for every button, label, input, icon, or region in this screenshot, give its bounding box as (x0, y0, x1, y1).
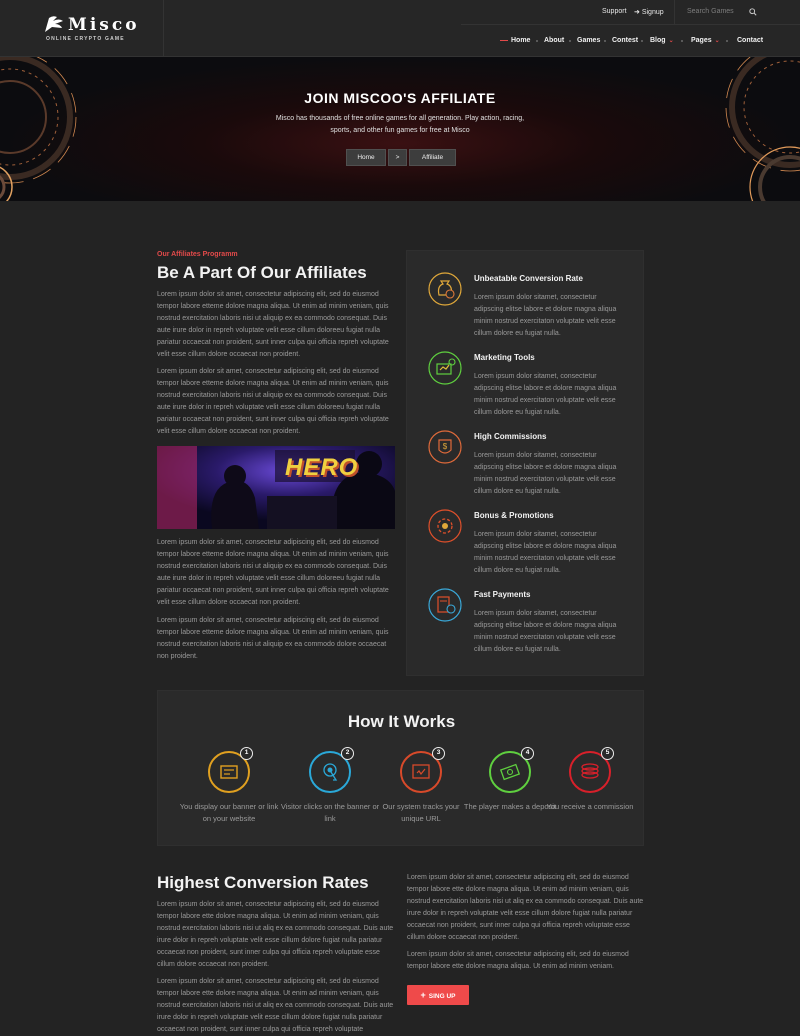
logo[interactable]: Misco ONLINE CRYPTO GAME (44, 13, 162, 45)
support-link[interactable]: Support (602, 8, 627, 15)
feature-title: Unbeatable Conversion Rate (474, 274, 583, 283)
nav-home[interactable]: Home (511, 37, 530, 44)
tools-icon (428, 351, 462, 385)
section-eyebrow: Our Affiliates Programm (157, 251, 238, 258)
how-it-works-title: How It Works (347, 712, 456, 731)
payment-calculator-icon (428, 588, 462, 622)
logo-icon (45, 16, 63, 32)
signup-link[interactable]: ➜ Signup (634, 8, 664, 16)
feature-title: Marketing Tools (474, 353, 535, 362)
bonus-gear-icon (428, 509, 462, 543)
topbar-divider (674, 0, 675, 25)
nav-blog-label: Blog (650, 37, 666, 44)
body-paragraph: Lorem ipsum dolor sit amet, consectetur … (407, 874, 644, 941)
nav-separator (536, 40, 538, 42)
hero-title: JOIN MISCOO'S AFFILIATE (304, 90, 496, 106)
hero-subtitle: Misco has thousands of free online games… (275, 115, 525, 134)
plus-icon: + (420, 990, 426, 1000)
nav-contact[interactable]: Contact (737, 37, 763, 44)
step-label: You display our banner or link on your w… (179, 802, 279, 823)
nav-games[interactable]: Games (577, 37, 600, 44)
feature-text: Lorem ipsum dolor sitamet, consectetur a… (474, 610, 617, 653)
hud-ring-right (725, 57, 800, 201)
feature-text: Lorem ipsum dolor sitamet, consectetur a… (474, 294, 617, 337)
chevron-down-icon: ⌄ (714, 38, 720, 44)
arcade-photo-illustration (157, 446, 395, 529)
conversion-heading: Highest Conversion Rates (157, 873, 369, 892)
nav-pages[interactable]: Pages ⌄ (691, 37, 720, 44)
search-input[interactable]: Search Games (687, 8, 747, 15)
breadcrumb-separator: > (388, 149, 407, 166)
feature-text: Lorem ipsum dolor sitamet, consectetur a… (474, 452, 617, 495)
step-number: 5 (601, 747, 614, 760)
step-number: 1 (240, 747, 253, 760)
signup-label: Signup (641, 9, 664, 16)
nav-about[interactable]: About (544, 37, 564, 44)
body-paragraph: Lorem ipsum dolor sit amet, consectetur … (157, 368, 389, 435)
logo-tagline: ONLINE CRYPTO GAME (46, 36, 125, 42)
nav-blog[interactable]: Blog ⌄ (650, 37, 674, 44)
feature-title: High Commissions (474, 432, 547, 441)
nav-separator (604, 40, 606, 42)
how-it-works-section: How It Works 1 You display our banner or… (157, 690, 644, 846)
nav-contest[interactable]: Contest (612, 37, 638, 44)
chevron-down-icon: ⌄ (668, 38, 674, 44)
site-header: Misco ONLINE CRYPTO GAME Support ➜ Signu… (0, 0, 800, 57)
nav-separator (681, 40, 683, 42)
nav-pages-label: Pages (691, 37, 712, 44)
commission-badge-icon: $ (428, 430, 462, 464)
nav-separator (641, 40, 643, 42)
step-label: You receive a commission (546, 802, 634, 811)
body-paragraph: Lorem ipsum dolor sit amet, consectetur … (157, 617, 389, 660)
step-item: 2 Visitor clicks on the banner or link (281, 747, 379, 827)
step-number: 3 (432, 747, 445, 760)
section-heading: Be A Part Of Our Affiliates (157, 263, 367, 282)
features-panel: Unbeatable Conversion Rate Lorem ipsum d… (406, 250, 644, 676)
feature-text: Lorem ipsum dolor sitamet, consectetur a… (474, 531, 617, 574)
feature-text: Lorem ipsum dolor sitamet, consectetur a… (474, 373, 617, 416)
body-paragraph: Lorem ipsum dolor sit amet, consectetur … (157, 539, 389, 606)
body-paragraph: Lorem ipsum dolor sit amet, consectetur … (407, 951, 629, 970)
step-item: 4 The player makes a deposit (464, 747, 556, 827)
step-item: 3 Our system tracks your unique URL (379, 747, 463, 827)
feature-title: Bonus & Promotions (474, 511, 554, 520)
nav-separator (726, 40, 728, 42)
signup-button[interactable]: + SING UP (407, 985, 469, 1005)
signup-icon: ➜ (634, 9, 640, 16)
body-paragraph: Lorem ipsum dolor sit amet, consectetur … (157, 291, 389, 358)
step-number: 2 (341, 747, 354, 760)
header-divider (163, 0, 164, 57)
logo-name: Misco (68, 15, 140, 35)
hud-ring-left (0, 57, 77, 201)
arcade-sign: HERO (285, 454, 359, 481)
search-icon[interactable] (749, 8, 757, 16)
nav-separator (569, 40, 571, 42)
top-bar: Support ➜ Signup Search Games (461, 0, 800, 25)
step-item: 1 You display our banner or link on your… (180, 747, 278, 827)
step-label: Our system tracks your unique URL (382, 802, 460, 823)
breadcrumb-home[interactable]: Home (346, 149, 386, 166)
body-paragraph: Lorem ipsum dolor sit amet, consectetur … (157, 978, 394, 1033)
hero-banner: JOIN MISCOO'S AFFILIATE Misco has thousa… (0, 57, 800, 201)
breadcrumb-current: Affiliate (409, 149, 456, 166)
step-number: 4 (521, 747, 534, 760)
step-label: Visitor clicks on the banner or link (280, 802, 380, 823)
step-item: 5 You receive a commission (547, 747, 633, 827)
feature-title: Fast Payments (474, 590, 531, 599)
coin-bag-icon (428, 272, 462, 306)
active-nav-indicator (500, 40, 508, 41)
svg-text:$: $ (443, 442, 448, 451)
arcade-photo: HERO (157, 446, 395, 529)
body-paragraph: Lorem ipsum dolor sit amet, consectetur … (157, 901, 394, 968)
signup-button-label: SING UP (428, 993, 456, 1000)
